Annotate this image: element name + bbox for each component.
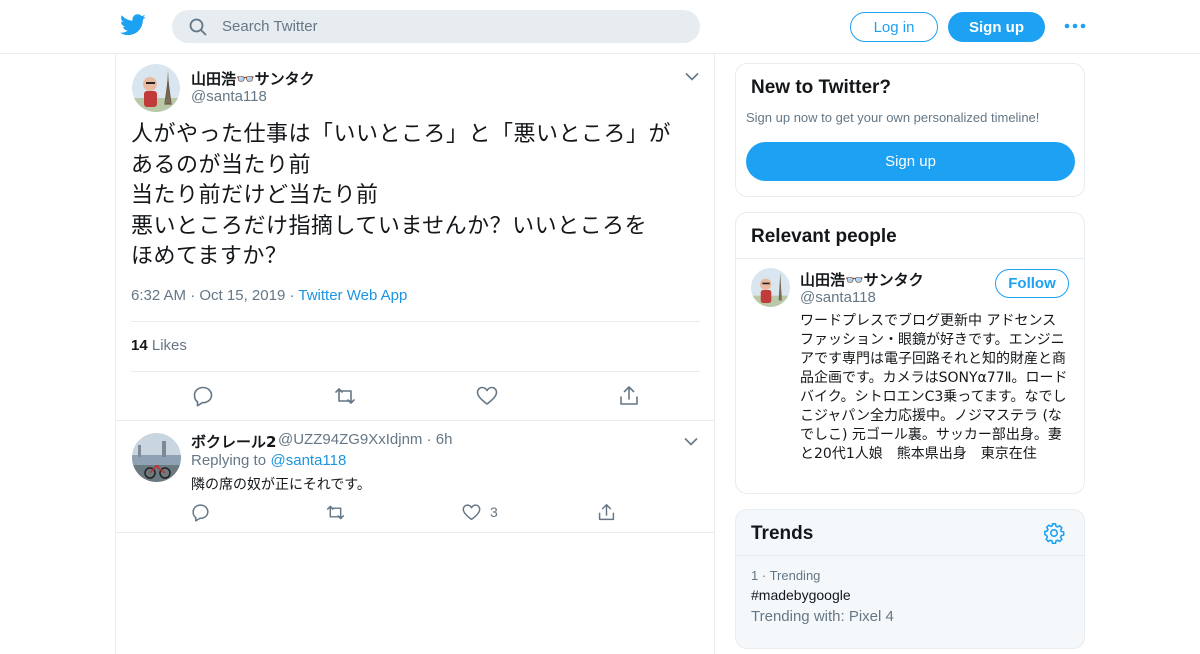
reply-time[interactable]: 6h	[436, 431, 453, 448]
replying-to-link[interactable]: @santa118	[271, 452, 347, 469]
tweet-source-link[interactable]: Twitter Web App	[298, 287, 407, 304]
meta-dot: ·	[426, 431, 436, 448]
search-input[interactable]	[222, 10, 682, 43]
reply-author-name[interactable]: ボクレール2	[191, 431, 276, 452]
divider	[116, 420, 714, 421]
avatar[interactable]	[751, 268, 790, 307]
top-bar: Log in Sign up	[0, 0, 1200, 54]
avatar[interactable]	[132, 64, 180, 112]
reply-author-handle[interactable]: @UZZ94ZG9XxIdjnm · 6h	[278, 431, 452, 448]
reply-handle-text: @UZZ94ZG9XxIdjnm	[278, 431, 423, 448]
twitter-logo-icon[interactable]	[120, 14, 146, 36]
trend-with: Trending with: Pixel 4	[751, 608, 894, 625]
card-subtitle: Sign up now to get your own personalized…	[746, 110, 1040, 125]
trends-card: Trends 1 · Trending #madebygoogle Trendi…	[735, 509, 1085, 649]
avatar-image-icon	[132, 64, 180, 112]
retweet-icon[interactable]	[334, 385, 356, 407]
person-handle[interactable]: @santa118	[800, 289, 876, 306]
avatar-image-icon	[751, 268, 790, 307]
signup-button[interactable]: Sign up	[948, 12, 1045, 42]
search-icon	[189, 18, 207, 36]
replying-to: Replying to @santa118	[191, 452, 346, 469]
author-handle[interactable]: @santa118	[191, 88, 267, 105]
trend-name[interactable]: #madebygoogle	[751, 587, 851, 603]
card-title: New to Twitter?	[751, 77, 892, 98]
trend-rank: 1	[751, 568, 759, 583]
share-icon[interactable]	[597, 503, 616, 522]
follow-button[interactable]: Follow	[995, 269, 1069, 298]
chevron-down-icon[interactable]	[685, 72, 699, 81]
author-name[interactable]: 山田浩👓サンタク	[191, 68, 315, 89]
share-icon[interactable]	[618, 385, 640, 407]
divider	[116, 532, 714, 533]
new-to-twitter-card: New to Twitter? Sign up now to get your …	[735, 63, 1085, 197]
retweet-icon[interactable]	[326, 503, 345, 522]
avatar[interactable]	[132, 433, 181, 482]
reply-icon[interactable]	[192, 385, 214, 407]
person-name[interactable]: 山田浩👓サンタク	[800, 269, 924, 290]
relevant-people-card: Relevant people 山田浩👓サンタク @santa118 Follo…	[735, 212, 1085, 494]
card-title: Trends	[751, 523, 814, 544]
divider	[736, 555, 1084, 556]
likes-stat[interactable]: 14 Likes	[131, 337, 187, 354]
person-bio: ワードプレスでブログ更新中 アドセンス ファッション・眼鏡が好きです。エンジニア…	[800, 313, 1071, 462]
meta-dot: ·	[190, 287, 200, 304]
sidebar-signup-button[interactable]: Sign up	[746, 142, 1075, 181]
like-icon[interactable]	[476, 385, 498, 407]
avatar-image-icon	[132, 433, 181, 482]
card-title: Relevant people	[751, 226, 897, 247]
tweet-meta: 6:32 AM · Oct 15, 2019 · Twitter Web App	[131, 287, 407, 304]
login-button[interactable]: Log in	[850, 12, 938, 42]
like-icon[interactable]	[462, 503, 481, 522]
reply-text: 隣の席の奴が正にそれです。	[191, 477, 371, 493]
replying-to-label: Replying to	[191, 452, 267, 469]
divider	[131, 371, 700, 372]
likes-count: 14	[131, 337, 148, 354]
divider	[131, 321, 700, 322]
chevron-down-icon[interactable]	[684, 437, 698, 446]
trend-meta: 1 · Trending	[751, 568, 820, 583]
main-column: 山田浩👓サンタク @santa118 人がやった仕事は「いいところ」と「悪いとこ…	[115, 54, 715, 654]
reply-like-count: 3	[490, 504, 498, 520]
search-box[interactable]	[172, 10, 700, 43]
more-icon[interactable]	[1064, 22, 1086, 30]
divider	[736, 258, 1084, 259]
likes-label: Likes	[151, 337, 187, 354]
tweet-text: 人がやった仕事は「いいところ」と「悪いところ」が あるのが当たり前 当たり前だけ…	[131, 122, 672, 269]
trend-label: Trending	[769, 568, 821, 583]
tweet-date[interactable]: Oct 15, 2019	[199, 287, 285, 304]
reply-icon[interactable]	[191, 503, 210, 522]
meta-dot: ·	[761, 568, 770, 583]
gear-icon[interactable]	[1043, 522, 1065, 544]
tweet-time[interactable]: 6:32 AM	[131, 287, 186, 304]
